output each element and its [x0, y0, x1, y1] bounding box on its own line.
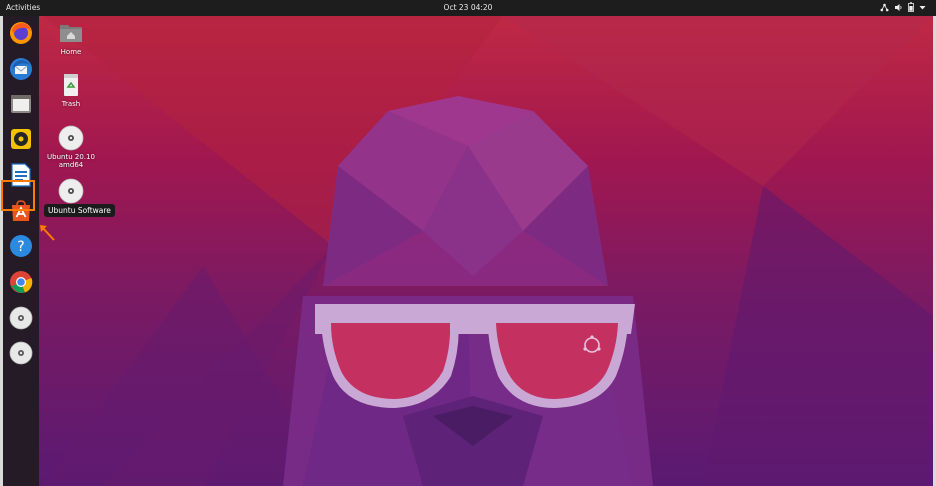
dock-tooltip: Ubuntu Software	[44, 204, 115, 217]
ubuntu-software-highlight-box	[1, 180, 35, 211]
thunderbird-icon	[9, 57, 33, 81]
dock-item-rhythmbox[interactable]	[7, 125, 35, 153]
dock-item-disc[interactable]	[7, 339, 35, 367]
groovy-gorilla-wallpaper	[43, 16, 933, 486]
dock: ?	[3, 16, 39, 486]
desktop-icon-ubuntu-disc[interactable]: Ubuntu 20.10 amd64	[41, 125, 101, 169]
rhythmbox-icon	[9, 127, 33, 151]
system-menu-chevron-icon[interactable]	[919, 4, 926, 11]
battery-icon[interactable]	[908, 2, 914, 12]
dock-item-chrome[interactable]	[7, 268, 35, 296]
desktop-icon-label: Trash	[61, 100, 81, 108]
wallpaper	[3, 16, 933, 486]
desktop-icon-label: Ubuntu 20.10 amd64	[47, 153, 95, 169]
chrome-icon	[9, 270, 33, 294]
top-bar: Activities Oct 23 04:20	[0, 0, 936, 16]
trash-icon	[58, 72, 84, 98]
disc-icon	[58, 178, 84, 204]
disc-icon	[9, 341, 33, 365]
dock-item-thunderbird[interactable]	[7, 55, 35, 83]
dock-item-disc[interactable]	[7, 304, 35, 332]
svg-text:?: ?	[17, 239, 24, 255]
dock-item-files[interactable]	[7, 90, 35, 118]
help-icon: ?	[9, 234, 33, 258]
system-tray[interactable]	[880, 2, 926, 12]
desktop-icon-label: Home	[60, 48, 82, 56]
files-icon	[9, 92, 33, 116]
firefox-icon	[9, 21, 33, 45]
home-folder-icon	[58, 20, 84, 46]
desktop-icon-home[interactable]: Home	[41, 20, 101, 56]
pointer-arrow-icon	[40, 225, 55, 241]
network-icon[interactable]	[880, 3, 889, 12]
dock-item-firefox[interactable]	[7, 19, 35, 47]
disc-icon	[9, 306, 33, 330]
desktop-icon-trash[interactable]: Trash	[41, 72, 101, 108]
disc-icon	[58, 125, 84, 151]
dock-item-help[interactable]: ?	[7, 232, 35, 260]
desktop-icon-disc[interactable]	[41, 178, 101, 206]
clock[interactable]: Oct 23 04:20	[0, 3, 936, 12]
desktop-screen: Activities Oct 23 04:20 ? Ubuntu Softwar…	[0, 0, 936, 486]
volume-icon[interactable]	[894, 3, 903, 12]
